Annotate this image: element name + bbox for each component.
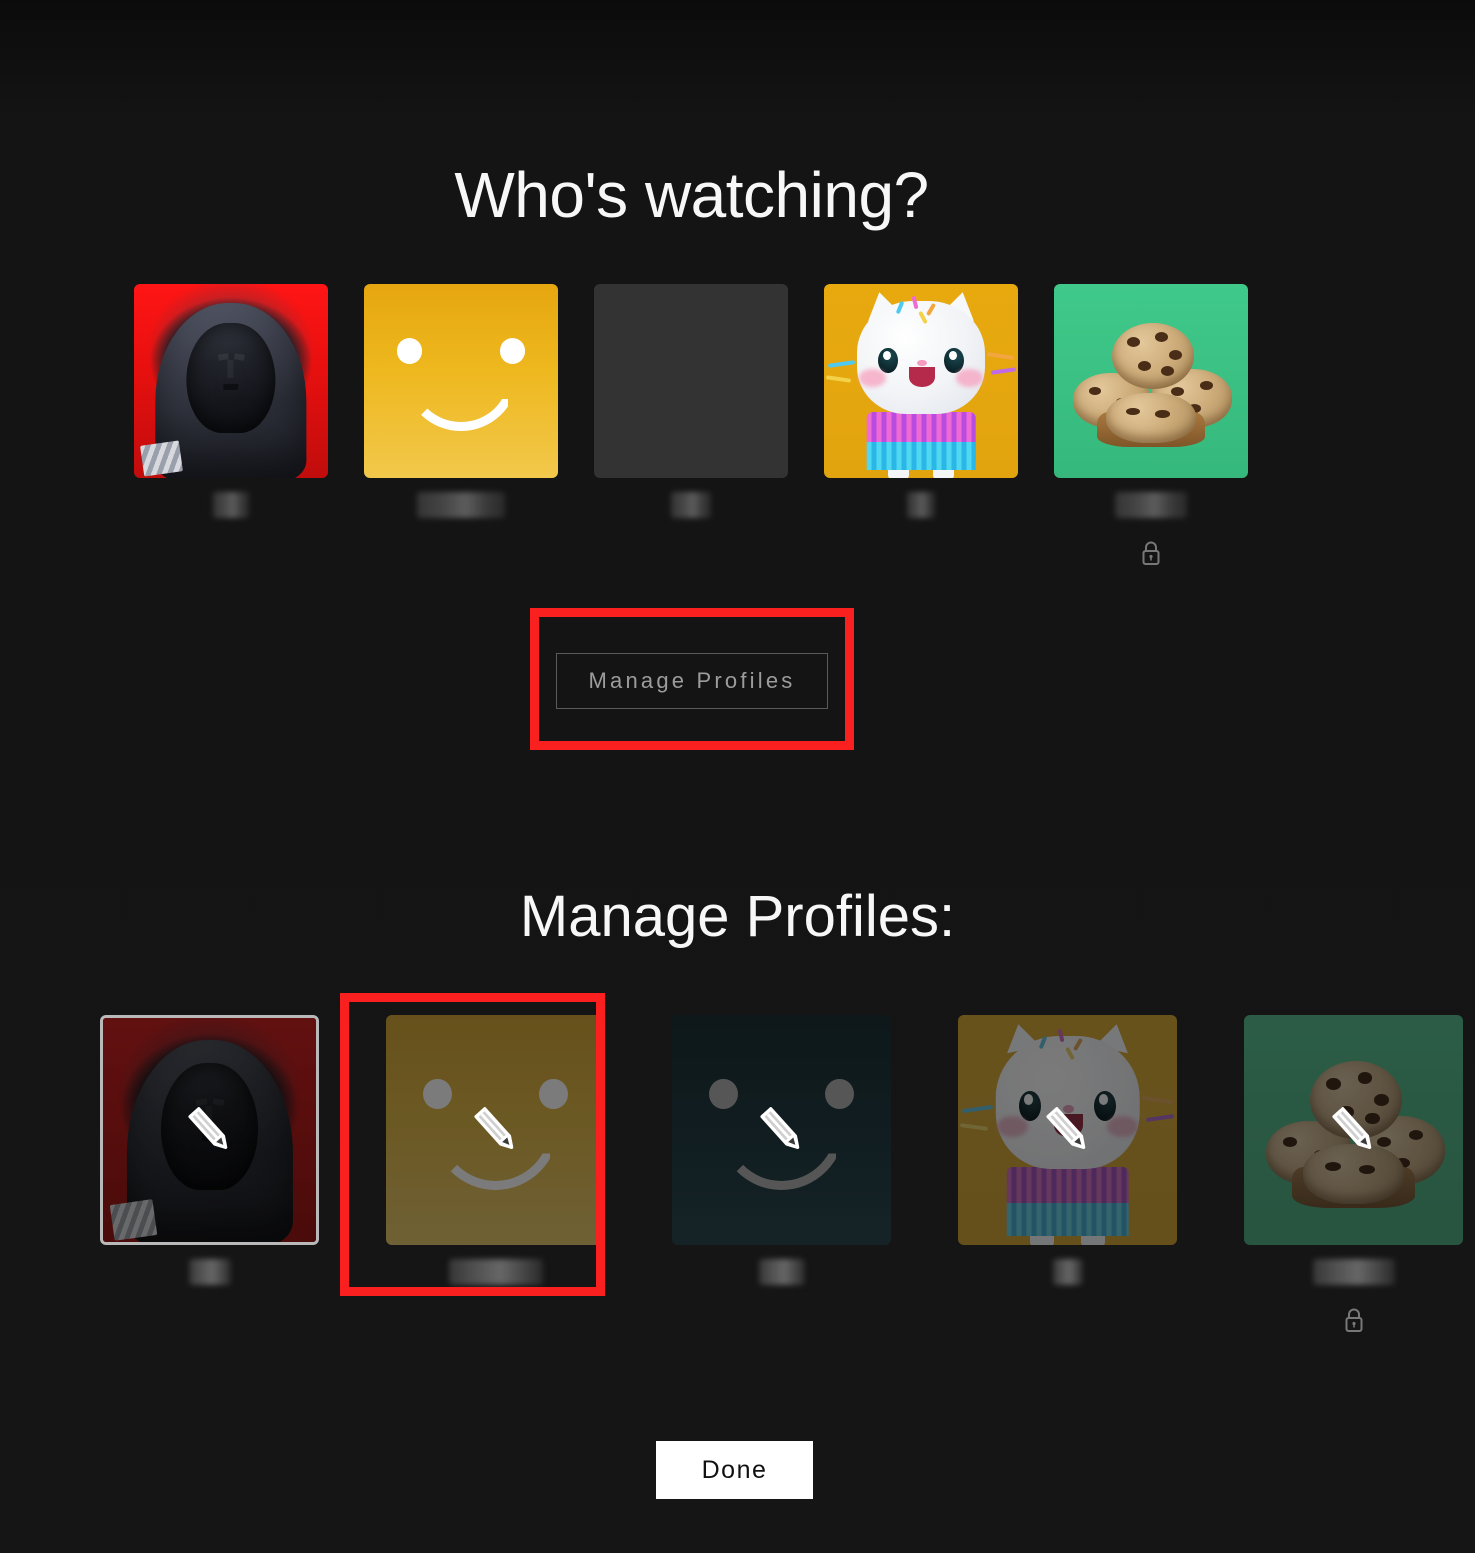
profile-list-manage xyxy=(100,1015,1463,1355)
chocolate-chip-cookies-avatar-icon xyxy=(1054,284,1248,478)
pencil-icon[interactable] xyxy=(751,1099,813,1161)
done-button[interactable]: Done xyxy=(656,1441,813,1499)
avatar[interactable] xyxy=(824,284,1018,478)
pencil-icon[interactable] xyxy=(465,1099,527,1161)
profile-name-redacted xyxy=(213,492,249,518)
profile-name-redacted xyxy=(758,1259,805,1285)
manage-avatar[interactable] xyxy=(1244,1015,1463,1245)
manage-profile-item-2[interactable] xyxy=(386,1015,605,1355)
profile-name-redacted xyxy=(671,492,711,518)
profile-item-3[interactable] xyxy=(594,284,788,584)
profile-item-2[interactable] xyxy=(364,284,558,584)
profile-item-4[interactable] xyxy=(824,284,1018,584)
manage-avatar[interactable] xyxy=(672,1015,891,1245)
avatar[interactable] xyxy=(364,284,558,478)
manage-avatar[interactable] xyxy=(958,1015,1177,1245)
manage-profiles-button[interactable]: Manage Profiles xyxy=(556,653,828,709)
page-title-manage-profiles: Manage Profiles: xyxy=(519,884,956,949)
avatar[interactable] xyxy=(134,284,328,478)
blank-placeholder-avatar-icon xyxy=(594,284,788,478)
profile-name-redacted xyxy=(1115,492,1187,518)
manage-profile-item-3[interactable] xyxy=(672,1015,891,1355)
profile-list-top xyxy=(134,284,1252,584)
yellow-smiley-avatar-icon xyxy=(364,284,558,478)
manage-avatar[interactable] xyxy=(386,1015,605,1245)
page-title-whos-watching: Who's watching? xyxy=(454,159,929,231)
profile-name-redacted xyxy=(1312,1259,1395,1285)
profile-name-redacted xyxy=(417,492,505,518)
lock-icon xyxy=(1139,540,1163,566)
manage-profile-item-4[interactable] xyxy=(958,1015,1177,1355)
manage-profile-item-1[interactable] xyxy=(100,1015,319,1355)
manage-profile-item-5[interactable] xyxy=(1244,1015,1463,1355)
profile-selection-screen: Who's watching? Manage Profiles Manage P… xyxy=(0,0,1475,1553)
manage-avatar[interactable] xyxy=(100,1015,319,1245)
hooded-figure-avatar-icon xyxy=(134,284,328,478)
profile-name-redacted xyxy=(448,1259,543,1285)
pencil-icon[interactable] xyxy=(1037,1099,1099,1161)
profile-item-5[interactable] xyxy=(1054,284,1248,584)
profile-item-1[interactable] xyxy=(134,284,328,584)
avatar[interactable] xyxy=(1054,284,1248,478)
profile-name-redacted xyxy=(907,492,935,518)
pencil-icon[interactable] xyxy=(1323,1099,1385,1161)
profile-name-redacted xyxy=(1052,1259,1083,1285)
profile-name-redacted xyxy=(188,1259,231,1285)
lock-icon xyxy=(1342,1307,1366,1333)
cupcake-cat-avatar-icon xyxy=(824,284,1018,478)
pencil-icon[interactable] xyxy=(179,1099,241,1161)
avatar[interactable] xyxy=(594,284,788,478)
